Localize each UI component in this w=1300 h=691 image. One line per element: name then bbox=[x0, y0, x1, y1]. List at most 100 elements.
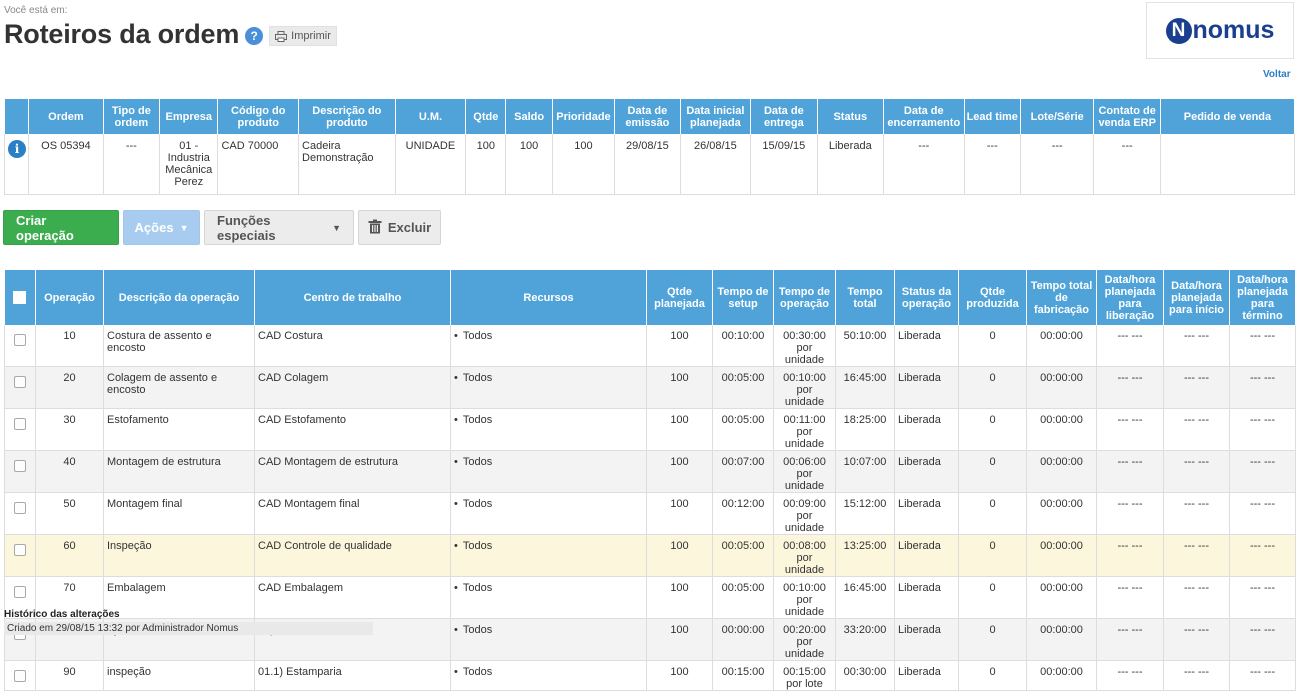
operation-status: Liberada bbox=[894, 325, 959, 367]
order-col-ordem[interactable]: Ordem bbox=[28, 99, 104, 134]
ops-col-qtde-planejada[interactable]: Qtde planejada bbox=[646, 270, 713, 325]
back-link[interactable]: Voltar bbox=[1263, 69, 1291, 80]
fabrication-time: 00:00:00 bbox=[1026, 408, 1097, 451]
order-header-row: Ordem Tipo de ordem Empresa Código do pr… bbox=[4, 99, 1296, 134]
logo-n-icon: N bbox=[1165, 17, 1192, 44]
operation-row[interactable]: 90inspeção01.1) EstampariaTodos10000:15:… bbox=[4, 660, 1296, 691]
row-checkbox[interactable] bbox=[14, 418, 26, 430]
info-icon[interactable]: i bbox=[8, 140, 26, 158]
ops-col-tempo-operacao[interactable]: Tempo de operação bbox=[773, 270, 836, 325]
operation-time-value: 00:20:00 bbox=[783, 624, 826, 636]
row-checkbox[interactable] bbox=[14, 670, 26, 682]
operation-number: 30 bbox=[35, 408, 104, 451]
history-title: Histórico das alterações bbox=[4, 609, 120, 620]
row-checkbox[interactable] bbox=[14, 544, 26, 556]
order-encerramento: --- bbox=[883, 134, 965, 195]
fabrication-time: 00:00:00 bbox=[1026, 450, 1097, 493]
operation-row[interactable]: 30EstofamentoCAD EstofamentoTodos10000:0… bbox=[4, 408, 1296, 451]
ops-col-recursos[interactable]: Recursos bbox=[450, 270, 647, 325]
operation-description: Inspeção bbox=[103, 534, 255, 577]
title-row: Roteiros da ordem ? Imprimir bbox=[4, 17, 337, 51]
setup-time: 00:05:00 bbox=[712, 576, 774, 619]
row-checkbox[interactable] bbox=[14, 376, 26, 388]
order-col-um[interactable]: U.M. bbox=[395, 99, 467, 134]
operation-time: 00:09:00 por unidade bbox=[773, 492, 836, 535]
ops-col-inicio[interactable]: Data/hora planejada para início bbox=[1163, 270, 1230, 325]
row-checkbox[interactable] bbox=[14, 502, 26, 514]
ops-col-qtde-produzida[interactable]: Qtde produzida bbox=[958, 270, 1027, 325]
work-center: CAD Costura bbox=[254, 325, 451, 367]
ops-col-status[interactable]: Status da operação bbox=[894, 270, 959, 325]
order-col-contato[interactable]: Contato de venda ERP bbox=[1093, 99, 1161, 134]
work-center: CAD Estofamento bbox=[254, 408, 451, 451]
order-col-encerramento[interactable]: Data de encerramento bbox=[883, 99, 965, 134]
row-checkbox[interactable] bbox=[14, 334, 26, 346]
actions-label: Ações bbox=[134, 220, 174, 235]
order-col-tipo[interactable]: Tipo de ordem bbox=[103, 99, 161, 134]
ops-col-setup[interactable]: Tempo de setup bbox=[712, 270, 774, 325]
toolbar: Criar operação Ações ▼ Funções especiais… bbox=[3, 210, 441, 245]
row-checkbox[interactable] bbox=[14, 586, 26, 598]
order-ordem: OS 05394 bbox=[28, 134, 104, 195]
operation-time: 00:10:00 por unidade bbox=[773, 576, 836, 619]
total-time: 15:12:00 bbox=[835, 492, 895, 535]
row-checkbox[interactable] bbox=[14, 460, 26, 472]
operation-number: 60 bbox=[35, 534, 104, 577]
actions-dropdown-button[interactable]: Ações ▼ bbox=[123, 210, 200, 245]
print-button[interactable]: Imprimir bbox=[269, 26, 337, 46]
ops-col-liberacao[interactable]: Data/hora planejada para liberação bbox=[1096, 270, 1164, 325]
order-col-pedido[interactable]: Pedido de venda bbox=[1160, 99, 1296, 134]
resources: Todos bbox=[450, 325, 647, 367]
special-functions-dropdown-button[interactable]: Funções especiais ▼ bbox=[204, 210, 354, 245]
order-col-empresa[interactable]: Empresa bbox=[159, 99, 219, 134]
history-created-line: Criado em 29/08/15 13:32 por Administrad… bbox=[4, 622, 373, 635]
delete-button[interactable]: Excluir bbox=[358, 210, 441, 245]
caret-down-icon: ▼ bbox=[332, 222, 341, 233]
order-col-inicial[interactable]: Data inicial planejada bbox=[680, 99, 752, 134]
row-checkbox-cell bbox=[4, 660, 36, 691]
order-col-emissao[interactable]: Data de emissão bbox=[614, 99, 681, 134]
resource-item: Todos bbox=[454, 624, 492, 636]
resource-item: Todos bbox=[454, 582, 492, 594]
order-table: Ordem Tipo de ordem Empresa Código do pr… bbox=[3, 99, 1296, 195]
operation-row[interactable]: 50Montagem finalCAD Montagem finalTodos 1… bbox=[4, 492, 1296, 535]
order-col-saldo[interactable]: Saldo bbox=[505, 99, 553, 134]
help-icon[interactable]: ? bbox=[245, 27, 264, 45]
select-all-checkbox[interactable] bbox=[13, 291, 27, 304]
order-lead-time: --- bbox=[964, 134, 1021, 195]
row-checkbox-cell bbox=[4, 492, 36, 535]
planned-end: --- --- bbox=[1229, 618, 1296, 661]
order-col-codigo[interactable]: Código do produto bbox=[217, 99, 300, 134]
create-operation-button[interactable]: Criar operação bbox=[3, 210, 119, 245]
operation-status: Liberada bbox=[894, 408, 959, 451]
operation-row[interactable]: 70EmbalagemCAD EmbalagemTodos10000:05:00… bbox=[4, 576, 1296, 619]
operation-time: 00:20:00 por unidade bbox=[773, 618, 836, 661]
operation-number: 90 bbox=[35, 660, 104, 691]
row-checkbox-cell bbox=[4, 325, 36, 367]
order-col-status[interactable]: Status bbox=[817, 99, 885, 134]
order-col-lote[interactable]: Lote/Série bbox=[1020, 99, 1095, 134]
order-um: UNIDADE bbox=[395, 134, 467, 195]
operation-row[interactable]: 40 Montagem de estrutura CAD Montagem de e… bbox=[4, 450, 1296, 493]
ops-col-centro[interactable]: Centro de trabalho bbox=[254, 270, 451, 325]
operation-row[interactable]: 10 Costura de assento e encosto CAD Costur… bbox=[4, 325, 1296, 367]
total-time: 33:20:00 bbox=[835, 618, 895, 661]
order-col-lead-time[interactable]: Lead time bbox=[964, 99, 1021, 134]
operation-time-unit: por unidade bbox=[784, 636, 825, 660]
ops-col-operacao[interactable]: Operação bbox=[35, 270, 104, 325]
order-col-entrega[interactable]: Data de entrega bbox=[750, 99, 818, 134]
order-col-qtde[interactable]: Qtde bbox=[465, 99, 507, 134]
ops-col-termino[interactable]: Data/hora planejada para término bbox=[1229, 270, 1296, 325]
operation-row[interactable]: 60InspeçãoCAD Controle de qualidadeTodos… bbox=[4, 534, 1296, 577]
order-col-prioridade[interactable]: Prioridade bbox=[552, 99, 616, 134]
ops-col-fabricacao[interactable]: Tempo total de fabricação bbox=[1026, 270, 1097, 325]
ops-col-tempo-total[interactable]: Tempo total bbox=[835, 270, 895, 325]
operation-time-unit: por unidade bbox=[784, 468, 825, 492]
order-contato: --- bbox=[1093, 134, 1161, 195]
planned-start: --- --- bbox=[1163, 618, 1230, 661]
produced-qty: 0 bbox=[958, 492, 1027, 535]
operation-row[interactable]: 20 Colagem de assento e encosto CAD Colage… bbox=[4, 366, 1296, 409]
breadcrumb-label: Você está em: bbox=[4, 5, 68, 16]
order-col-descricao[interactable]: Descrição do produto bbox=[298, 99, 396, 134]
ops-col-descricao[interactable]: Descrição da operação bbox=[103, 270, 255, 325]
